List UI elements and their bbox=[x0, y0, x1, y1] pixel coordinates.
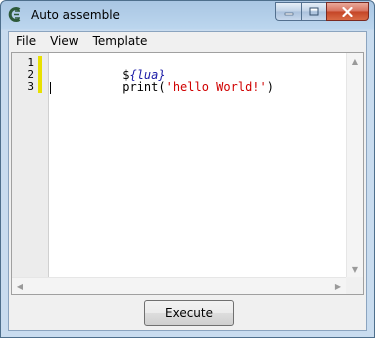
code-token: print( bbox=[122, 80, 166, 94]
cheat-engine-icon[interactable] bbox=[7, 6, 24, 23]
code-token-string: 'hello World!' bbox=[165, 80, 267, 94]
menu-file[interactable]: File bbox=[9, 32, 43, 51]
text-caret bbox=[50, 82, 51, 94]
maximize-button[interactable] bbox=[301, 2, 326, 21]
line-number-gutter: 1 2 3 bbox=[12, 53, 49, 277]
minimize-button[interactable] bbox=[275, 2, 301, 21]
auto-assemble-window: Auto assemble File View Template 1 2 3 $… bbox=[0, 0, 375, 338]
menu-template[interactable]: Template bbox=[86, 32, 155, 51]
menu-view[interactable]: View bbox=[43, 32, 85, 51]
title-bar[interactable]: Auto assemble bbox=[1, 1, 374, 31]
scroll-down-icon[interactable]: ▼ bbox=[347, 261, 363, 277]
bottom-panel: Execute bbox=[9, 295, 366, 330]
code-line-2: print('hello World!') bbox=[50, 68, 274, 107]
close-icon bbox=[342, 6, 353, 17]
scroll-up-icon[interactable]: ▲ bbox=[347, 53, 363, 69]
scroll-left-icon[interactable]: ◀ bbox=[12, 278, 28, 294]
minimize-icon bbox=[284, 12, 293, 15]
window-title: Auto assemble bbox=[31, 8, 120, 22]
menu-bar: File View Template bbox=[9, 32, 366, 51]
changed-lines-marker bbox=[38, 56, 42, 93]
execute-button[interactable]: Execute bbox=[144, 300, 234, 326]
script-editor[interactable]: 1 2 3 ${lua} print('hello World!') ▲ ▼ ◀ bbox=[11, 52, 364, 295]
scrollbar-corner bbox=[346, 277, 363, 294]
maximize-icon bbox=[309, 7, 319, 16]
code-area[interactable]: ${lua} print('hello World!') bbox=[49, 53, 346, 277]
line-number: 3 bbox=[27, 80, 34, 93]
scroll-right-icon[interactable]: ▶ bbox=[330, 278, 346, 294]
horizontal-scrollbar[interactable]: ◀ ▶ bbox=[12, 277, 346, 294]
vertical-scrollbar[interactable]: ▲ ▼ bbox=[346, 53, 363, 277]
code-token: ) bbox=[266, 80, 274, 94]
caption-buttons bbox=[275, 2, 369, 21]
client-area: File View Template 1 2 3 ${lua} print('h… bbox=[8, 31, 367, 331]
close-button[interactable] bbox=[326, 2, 369, 21]
